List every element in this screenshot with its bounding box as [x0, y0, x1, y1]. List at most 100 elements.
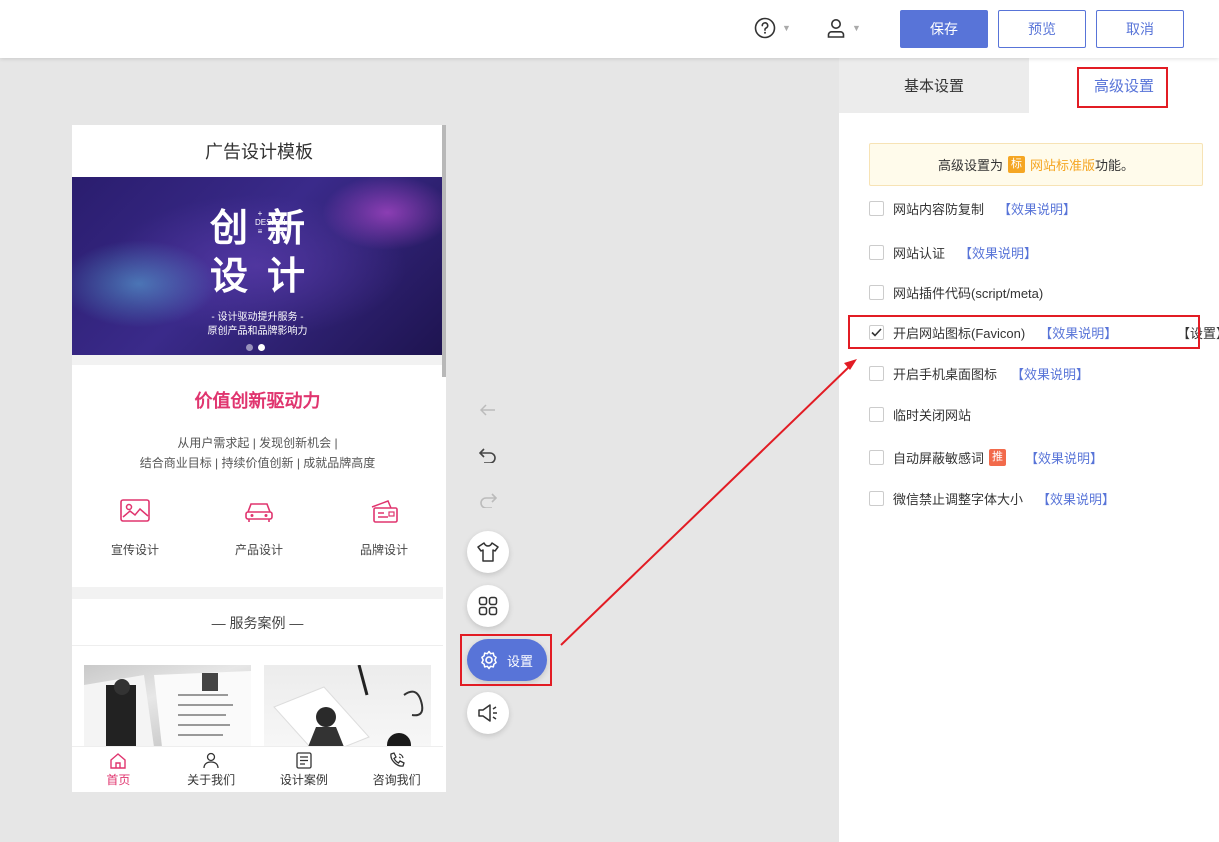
phone-preview[interactable]: 广告设计模板 创 新 设 计 + DESIGN ≡ - 设计驱动提升服务 - 原…: [72, 125, 446, 792]
theme-button[interactable]: [467, 531, 509, 573]
tab-home[interactable]: 首页: [72, 747, 165, 792]
option-close-site[interactable]: 临时关闭网站: [869, 404, 971, 424]
carousel-dot[interactable]: [246, 344, 253, 351]
save-button[interactable]: 保存: [900, 10, 988, 48]
checkbox[interactable]: [869, 406, 884, 422]
notice-highlight[interactable]: 网站标准版: [1030, 155, 1095, 174]
option-label: 网站插件代码(script/meta): [893, 285, 1044, 301]
feature-item[interactable]: 宣传设计: [85, 497, 185, 558]
notice-prefix: 高级设置为: [937, 158, 1003, 173]
option-favicon[interactable]: 开启网站图标(Favicon) 【效果说明】 【设置】: [869, 322, 1219, 342]
checkmark-icon: [871, 327, 882, 337]
recommend-badge: 推: [989, 448, 1007, 466]
person-icon: [203, 752, 219, 768]
option-label: 自动屏蔽敏感词: [893, 450, 985, 466]
effect-link[interactable]: 【效果说明】: [1039, 323, 1117, 342]
feature-item[interactable]: 产品设计: [209, 497, 309, 558]
checkbox[interactable]: [869, 490, 884, 506]
tab-contact[interactable]: 咨询我们: [350, 747, 443, 792]
undo-icon: [479, 448, 496, 463]
option-label: 网站内容防复制: [893, 201, 985, 217]
divider: [72, 587, 443, 599]
banner-char: 计: [267, 254, 306, 298]
banner-subtitle-1: - 设计驱动提升服务 -: [211, 312, 304, 323]
checkbox[interactable]: [869, 365, 884, 381]
option-sensitive-words[interactable]: 自动屏蔽敏感词 推 【效果说明】: [869, 447, 1103, 467]
carousel-dots[interactable]: [246, 344, 265, 351]
car-icon: [245, 503, 273, 522]
option-desktop-icon[interactable]: 开启手机桌面图标 【效果说明】: [869, 363, 1089, 383]
effect-link[interactable]: 【效果说明】: [959, 243, 1037, 262]
arrow-left-icon: [480, 404, 495, 416]
undo-button[interactable]: [476, 443, 500, 467]
redo-button[interactable]: [476, 488, 500, 512]
checkbox[interactable]: [869, 200, 884, 216]
checkbox-checked[interactable]: [869, 324, 884, 340]
tab-label: 设计案例: [279, 772, 328, 787]
tab-label: 咨询我们: [372, 772, 421, 787]
banner-design-word: + DESIGN ≡: [255, 209, 286, 236]
tab-about[interactable]: 关于我们: [165, 747, 258, 792]
settings-label: 设置: [507, 653, 534, 669]
top-bar: ▼ ▼ 保存 预览 取消: [0, 0, 1219, 58]
modules-button[interactable]: [467, 585, 509, 627]
chevron-down-icon: ▼: [852, 23, 861, 33]
favicon-settings-link[interactable]: 【设置】: [1177, 323, 1219, 342]
option-label: 开启网站图标(Favicon): [893, 325, 1026, 341]
effect-link[interactable]: 【效果说明】: [1037, 489, 1115, 508]
tab-basic-settings[interactable]: 基本设置: [839, 58, 1029, 113]
case-image[interactable]: [84, 665, 251, 747]
user-icon: [827, 19, 845, 38]
banner-image[interactable]: 创 新 设 计 + DESIGN ≡ - 设计驱动提升服务 - 原创产品和品牌影…: [72, 177, 443, 355]
option-site-verify[interactable]: 网站认证 【效果说明】: [869, 242, 1037, 262]
grid-icon: [478, 596, 498, 616]
option-label: 临时关闭网站: [893, 407, 972, 423]
user-menu[interactable]: ▼: [826, 16, 861, 40]
option-label: 网站认证: [893, 245, 946, 261]
option-anti-copy[interactable]: 网站内容防复制 【效果说明】: [869, 198, 1076, 218]
gear-icon: [481, 650, 497, 670]
notice-suffix: 功能。: [1095, 158, 1135, 173]
feature-label: 产品设计: [234, 543, 283, 557]
banner-subtitle-2: 原创产品和品牌影响力: [207, 326, 308, 337]
section-title: — 服务案例 —: [211, 615, 304, 631]
scrollbar[interactable]: [442, 125, 446, 377]
feature-item[interactable]: 品牌设计: [334, 497, 434, 558]
site-title: 广告设计模板: [205, 142, 313, 162]
tab-advanced-settings[interactable]: 高级设置: [1029, 58, 1219, 113]
divider-line: [72, 645, 443, 646]
cancel-button[interactable]: 取消: [1096, 10, 1184, 48]
preview-button[interactable]: 预览: [998, 10, 1086, 48]
desc-line-2: 结合商业目标 | 持续价值创新 | 成就品牌高度: [139, 456, 376, 470]
checkbox[interactable]: [869, 284, 884, 300]
banner-char: 设: [210, 254, 249, 298]
arrow-back-button[interactable]: [476, 398, 500, 422]
tab-cases[interactable]: 设计案例: [258, 747, 351, 792]
magazine-illustration: [84, 671, 251, 747]
option-plugin-code[interactable]: 网站插件代码(script/meta): [869, 282, 1043, 302]
carousel-dot-active[interactable]: [258, 344, 265, 351]
checkbox[interactable]: [869, 449, 884, 465]
effect-link[interactable]: 【效果说明】: [998, 199, 1076, 218]
option-wechat-font[interactable]: 微信禁止调整字体大小 【效果说明】: [869, 488, 1115, 508]
banner-char: 创: [210, 206, 249, 250]
help-menu[interactable]: ▼: [754, 16, 791, 40]
case-image[interactable]: [264, 665, 431, 747]
card-icon: [371, 500, 398, 523]
document-icon: [296, 751, 312, 769]
option-label: 开启手机桌面图标: [893, 366, 998, 382]
settings-button[interactable]: 设置: [467, 639, 547, 681]
help-circle-icon: [754, 17, 776, 39]
magazine-illustration: [273, 665, 424, 747]
effect-link[interactable]: 【效果说明】: [1011, 364, 1089, 383]
tab-label: 关于我们: [187, 772, 236, 787]
announce-button[interactable]: [467, 692, 509, 734]
effect-link[interactable]: 【效果说明】: [1025, 448, 1103, 467]
home-icon: [110, 752, 127, 769]
phone-icon: [389, 751, 405, 767]
feature-label: 宣传设计: [110, 543, 159, 557]
desc-line-1: 从用户需求起 | 发现创新机会 |: [177, 436, 338, 450]
checkbox[interactable]: [869, 244, 884, 260]
option-label: 微信禁止调整字体大小: [893, 491, 1024, 507]
standard-badge: 标: [1007, 156, 1025, 173]
